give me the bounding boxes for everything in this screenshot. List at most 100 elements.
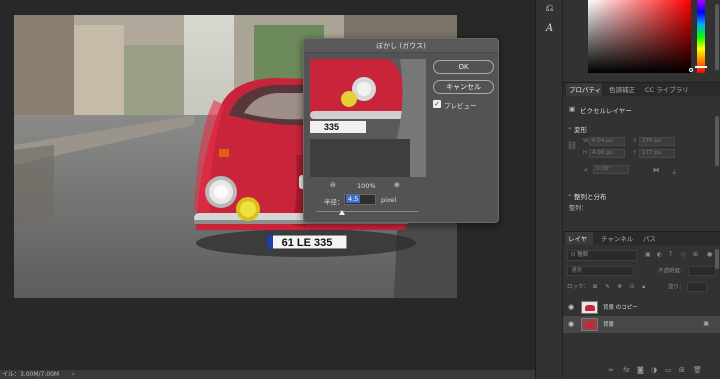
layer-name[interactable]: 背景 のコピー bbox=[603, 303, 638, 311]
x-field[interactable]: 276 px bbox=[639, 137, 675, 146]
blend-mode-select[interactable]: 通常 bbox=[567, 266, 634, 276]
preview-image: 335 bbox=[310, 59, 426, 177]
filter-pixel-icon[interactable]: ▣ bbox=[645, 251, 651, 258]
opacity-field[interactable] bbox=[687, 266, 716, 276]
lock-artboard-icon[interactable]: ⊡ bbox=[630, 284, 635, 290]
transform-header: 変形 bbox=[574, 126, 587, 134]
opacity-control: 不透明度： bbox=[658, 266, 716, 276]
h-label: H bbox=[583, 150, 588, 156]
right-toolbar: ⎌ A bbox=[535, 0, 562, 379]
license-plate: 61 LE 335 bbox=[282, 237, 333, 249]
layer-filter-field[interactable]: Q 種類 bbox=[567, 250, 637, 261]
new-layer-icon[interactable]: ⊞ bbox=[679, 366, 685, 374]
zoom-out-icon[interactable]: ⊖ bbox=[330, 181, 336, 189]
status-bar: イル：3.00M/7.00M › bbox=[0, 370, 535, 379]
cancel-button[interactable]: キャンセル bbox=[433, 80, 494, 94]
flip-vertical-icon[interactable]: ⏚ bbox=[671, 166, 678, 176]
link-dimensions-icon[interactable]: ⛓ bbox=[567, 141, 577, 150]
x-label: X bbox=[633, 138, 637, 144]
fill-label: 塗り： bbox=[668, 284, 685, 291]
radius-value[interactable]: 4.5 bbox=[346, 195, 361, 203]
preview-plate-text: 335 bbox=[324, 122, 339, 132]
preview-checkbox[interactable]: ✓ bbox=[433, 100, 441, 108]
status-expand-icon[interactable]: › bbox=[72, 370, 74, 379]
panels-dock: プロパティ 色調補正 CC ライブラリ ▣ ピクセルレイヤー ⌄ 変形 ⛓ W … bbox=[562, 0, 720, 379]
layer-thumbnail bbox=[581, 318, 598, 331]
tab-adjustments[interactable]: 色調補正 bbox=[609, 83, 643, 97]
y-field[interactable]: 177 px bbox=[639, 149, 675, 158]
layer-thumbnail bbox=[581, 301, 598, 314]
visibility-eye-icon[interactable]: ◉ bbox=[568, 303, 574, 311]
flip-horizontal-icon[interactable]: ⧓ bbox=[653, 166, 660, 174]
align-label: 整列： bbox=[569, 205, 588, 212]
hue-slider[interactable] bbox=[695, 0, 707, 73]
trash-icon[interactable]: 🗑︎ bbox=[693, 366, 702, 374]
angle-field[interactable]: 0.00° bbox=[593, 165, 629, 174]
radius-unit: pixel bbox=[381, 196, 397, 204]
color-picker-cursor[interactable] bbox=[689, 68, 693, 72]
color-picker-field[interactable] bbox=[588, 0, 693, 73]
chevron-down-icon[interactable]: ⌄ bbox=[567, 123, 572, 131]
lock-position-icon[interactable]: ✥ bbox=[617, 284, 622, 290]
lock-row: ロック： ⊠ ✎ ✥ ⊡ 🔒︎ bbox=[567, 282, 645, 291]
align-header: 整列と分布 bbox=[574, 193, 607, 201]
radius-input[interactable]: 4.5 bbox=[344, 194, 376, 205]
y-label: Y bbox=[633, 150, 637, 156]
dialog-title[interactable]: ぼかし (ガウス) bbox=[304, 39, 498, 53]
color-panel bbox=[563, 0, 720, 82]
mask-icon[interactable]: ◙ bbox=[637, 366, 644, 374]
color-scrollbar[interactable] bbox=[715, 4, 719, 70]
w-label: W bbox=[583, 138, 589, 144]
visibility-eye-icon[interactable]: ◉ bbox=[568, 320, 574, 328]
layers-panel: Q 種類 ▣ ◐ T ◇ ⊞ ● 通常 不透明度： ロック： ⊠ ✎ ✥ ⊡ 🔒… bbox=[563, 245, 720, 379]
layer-row[interactable]: ◉ 背景 ▣ bbox=[563, 316, 720, 333]
fill-field[interactable] bbox=[686, 282, 707, 292]
ok-button[interactable]: OK bbox=[433, 60, 494, 74]
layer-name[interactable]: 背景 bbox=[603, 320, 614, 328]
radius-slider-thumb[interactable] bbox=[339, 210, 345, 215]
lock-label: ロック： bbox=[567, 284, 590, 290]
adjustment-icon[interactable]: ◑ bbox=[651, 366, 657, 374]
tab-cc-libraries[interactable]: CC ライブラリ bbox=[645, 83, 695, 97]
radius-label: 半径： bbox=[324, 198, 344, 206]
layers-tabs: レイヤー チャンネル パス bbox=[563, 231, 720, 257]
layer-type-icon: ▣ bbox=[569, 105, 576, 113]
filter-smart-icon[interactable]: ⊞ bbox=[693, 251, 698, 258]
layer-row[interactable]: ◉ 背景 のコピー bbox=[563, 299, 720, 316]
filter-toggle-icon[interactable]: ● bbox=[707, 251, 712, 258]
file-size-label: イル：3.00M/7.00M bbox=[2, 371, 60, 378]
properties-scrollbar[interactable] bbox=[715, 116, 719, 166]
blur-preview[interactable]: 335 bbox=[310, 59, 426, 177]
chevron-down-icon[interactable]: ⌄ bbox=[567, 190, 572, 198]
lock-all-icon[interactable]: 🔒︎ bbox=[642, 284, 645, 290]
type-path-icon[interactable]: A bbox=[543, 22, 556, 35]
tab-paths[interactable]: パス bbox=[643, 232, 663, 246]
fill-control: 塗り： bbox=[668, 282, 707, 292]
filter-type-icon[interactable]: T bbox=[669, 251, 673, 258]
layer-lock-icon: ▣ bbox=[703, 320, 709, 327]
link-icon[interactable]: ∞ bbox=[608, 366, 614, 374]
properties-panel: ▣ ピクセルレイヤー ⌄ 変形 ⛓ W 6.04 px X 276 px H 4… bbox=[563, 96, 720, 228]
history-brush-icon[interactable]: ⎌ bbox=[543, 2, 556, 15]
group-icon[interactable]: ▭ bbox=[665, 366, 672, 374]
lock-transparency-icon[interactable]: ⊠ bbox=[593, 284, 598, 290]
hue-marker[interactable] bbox=[695, 66, 707, 68]
layers-scrollbar[interactable] bbox=[715, 249, 719, 269]
lock-pixels-icon[interactable]: ✎ bbox=[605, 284, 610, 290]
fx-icon[interactable]: fx bbox=[623, 366, 630, 374]
height-field[interactable]: 4.06 px bbox=[589, 149, 625, 158]
radius-slider[interactable] bbox=[316, 210, 418, 215]
preview-label: プレビュー bbox=[444, 102, 477, 110]
properties-tabs: プロパティ 色調補正 CC ライブラリ bbox=[563, 82, 720, 97]
zoom-in-icon[interactable]: ⊕ bbox=[394, 181, 400, 189]
zoom-level: 100% bbox=[357, 182, 376, 190]
filter-shape-icon[interactable]: ◇ bbox=[681, 251, 686, 258]
tab-channels[interactable]: チャンネル bbox=[601, 232, 635, 246]
tab-layers[interactable]: レイヤー bbox=[565, 232, 593, 257]
layer-type-label: ピクセルレイヤー bbox=[580, 107, 632, 115]
filter-adjustment-icon[interactable]: ◐ bbox=[657, 251, 662, 258]
width-field[interactable]: 6.04 px bbox=[589, 137, 625, 146]
opacity-label: 不透明度： bbox=[658, 268, 686, 275]
tab-properties[interactable]: プロパティ bbox=[566, 83, 602, 97]
rotate-icon[interactable]: ⊿ bbox=[583, 166, 588, 173]
